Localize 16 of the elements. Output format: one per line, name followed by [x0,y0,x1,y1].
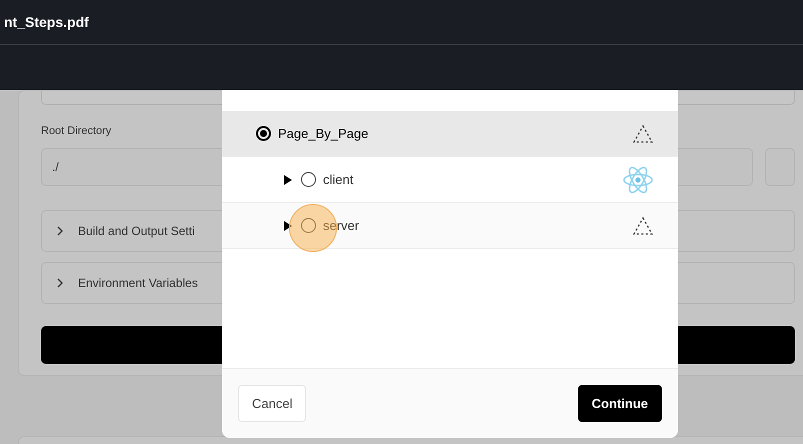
window-title: nt_Steps.pdf [4,12,89,32]
radio-button[interactable] [256,126,271,141]
caret-icon[interactable] [283,220,293,230]
dashed-triangle-icon [632,124,654,144]
project-name: Page_By_Page [278,124,368,143]
caret-icon[interactable] [283,174,293,184]
tree-row[interactable]: Page_By_Page [222,111,678,157]
project-name: client [323,170,354,189]
atom-icon [622,164,654,194]
cancel-button[interactable]: Cancel [238,385,306,422]
radio-button[interactable] [301,218,316,233]
dashed-triangle-icon [632,216,654,236]
field-value: ./ [52,158,59,176]
field-label: Root Directory [41,124,112,139]
radio-button[interactable] [301,172,316,187]
continue-button[interactable]: Continue [578,385,662,422]
